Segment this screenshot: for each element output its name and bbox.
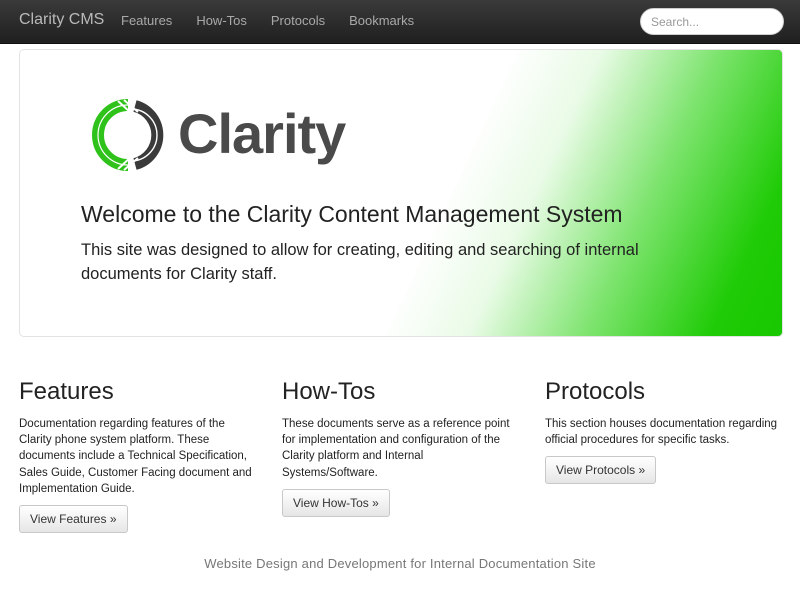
nav-link-protocols[interactable]: Protocols [271,13,325,28]
how-tos-text: These documents serve as a reference poi… [282,418,510,479]
nav-link-how-tos[interactable]: How-Tos [196,13,247,28]
protocols-column: Protocols This section houses documentat… [545,377,785,485]
features-column: Features Documentation regarding feature… [19,377,259,534]
logo-wordmark: Clarity [178,102,346,165]
top-navbar: Clarity CMS Features How-Tos Protocols B… [0,0,800,44]
nav-menu: Features How-Tos Protocols Bookmarks [121,13,438,28]
features-heading: Features [19,378,114,405]
view-features-button[interactable]: View Features » [19,505,128,534]
footer-text: Website Design and Development for Inter… [204,556,596,571]
hero-description: This site was designed to allow for crea… [81,241,639,283]
protocols-heading: Protocols [545,378,646,405]
nav-link-bookmarks[interactable]: Bookmarks [349,13,414,28]
nav-link-features[interactable]: Features [121,13,172,28]
features-text: Documentation regarding features of the … [19,418,252,495]
view-protocols-button[interactable]: View Protocols » [545,456,657,485]
clarity-logo: Clarity [88,98,346,172]
hero-title: Welcome to the Clarity Content Managemen… [81,201,623,227]
how-tos-heading: How-Tos [282,378,376,405]
hero-banner: Clarity Welcome to the Clarity Content M… [19,49,783,337]
how-tos-column: How-Tos These documents serve as a refer… [282,377,522,517]
brand-link[interactable]: Clarity CMS [19,11,104,29]
clarity-logo-icon [92,99,164,171]
protocols-text: This section houses documentation regard… [545,418,778,447]
search-box [640,8,784,35]
view-how-tos-button[interactable]: View How-Tos » [282,488,390,517]
search-input[interactable] [640,8,784,35]
